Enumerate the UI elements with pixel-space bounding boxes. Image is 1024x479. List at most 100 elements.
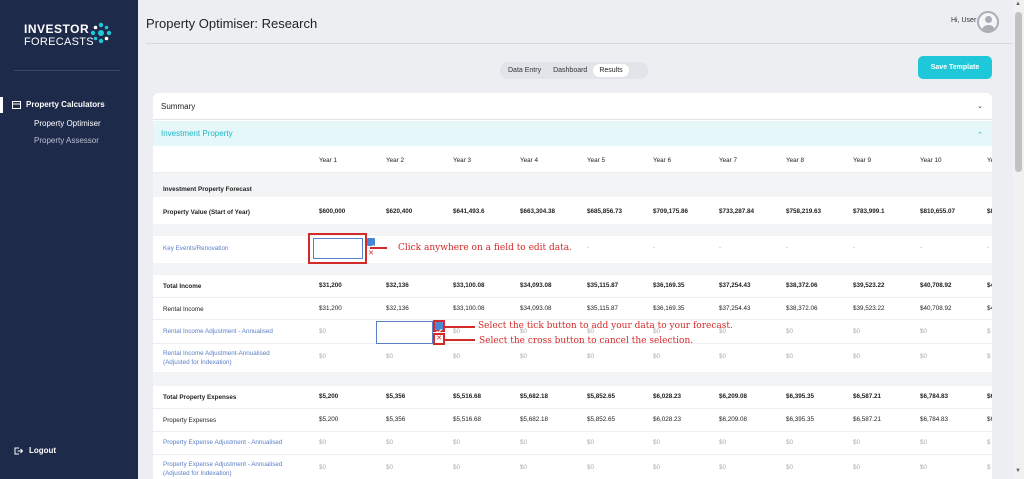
expense-adj-idx-cell: $0 (587, 464, 595, 471)
rental-adj-idx-cell: $0 (653, 353, 661, 360)
total-expenses-cell: $5,356 (386, 393, 406, 400)
rental-adj-idx-cell: $0 (853, 353, 861, 360)
expense-adj-cell[interactable]: $0 (386, 439, 393, 446)
expense-adj-cell[interactable]: $0 (719, 439, 726, 446)
key-events-cell[interactable]: - (987, 244, 989, 251)
property-value-cell: $709,175.86 (653, 208, 689, 215)
key-events-cell[interactable]: - (653, 244, 655, 251)
key-events-label: Key Events/Renovation (163, 245, 229, 252)
rental-income-cell: $40,708.92 (920, 305, 952, 312)
rental-adjustment-tick-button[interactable] (435, 322, 443, 334)
save-template-button[interactable]: Save Template (918, 56, 992, 79)
expense-adj-cell[interactable]: $0 (587, 439, 594, 446)
rental-adj-cell[interactable]: $0 (453, 328, 460, 335)
annotation-arrow (445, 339, 475, 341)
investment-property-label: Investment Property (161, 129, 233, 138)
rental-adj-cell[interactable]: $0 (853, 328, 860, 335)
scroll-down-icon[interactable]: ▼ (1015, 468, 1021, 474)
property-expenses-label: Property Expenses (163, 417, 217, 424)
rental-income-cell: $37,254.43 (719, 305, 751, 312)
total-expenses-cell: $5,852.65 (587, 393, 616, 400)
scroll-up-icon[interactable]: ▲ (1015, 1, 1021, 7)
property-value-label: Property Value (Start of Year) (163, 209, 251, 216)
key-events-cell[interactable]: - (719, 244, 721, 251)
page-title: Property Optimiser: Research (146, 16, 318, 31)
sidebar-section-label: Property Calculators (26, 100, 105, 109)
expense-adj-cell[interactable]: $0 (853, 439, 860, 446)
expense-adjustment-indexed-line2: (Adjusted for Indexation) (163, 470, 232, 477)
expense-adj-cell[interactable]: $0 (653, 439, 660, 446)
spacer-band (153, 372, 992, 386)
year-header-cell: Year 8 (786, 157, 804, 164)
logo: INVESTOR FORECASTS (24, 22, 114, 52)
expense-adj-cell[interactable]: $0 (920, 439, 927, 446)
annotation-tick-text: Select the tick button to add your data … (478, 321, 733, 331)
total-expenses-cell: $6,395.35 (786, 393, 815, 400)
property-value-cell: $783,999.1 (853, 208, 885, 215)
key-events-cell[interactable]: - (920, 244, 922, 251)
expense-adj-idx-cell: $0 (453, 464, 461, 471)
expense-adj-cell[interactable]: $ (987, 439, 991, 446)
scrollbar-thumb[interactable] (1015, 12, 1022, 172)
year-header-cell: Year 6 (653, 157, 671, 164)
rental-income-cell: $39,523.22 (853, 305, 885, 312)
total-expenses-cell: $6,028.23 (653, 393, 682, 400)
chevron-up-icon: ⌃ (977, 132, 983, 139)
expense-adj-idx-cell: $0 (920, 464, 928, 471)
property-value-cell: $758,219.63 (786, 208, 822, 215)
property-value-cell: $733,287.84 (719, 208, 755, 215)
expense-adj-cell[interactable]: $0 (453, 439, 460, 446)
expense-adj-cell[interactable]: $0 (520, 439, 527, 446)
tab-data-entry[interactable]: Data Entry (502, 64, 547, 77)
summary-label: Summary (161, 102, 196, 111)
investment-property-accordion[interactable]: Investment Property ⌃ (153, 121, 992, 146)
rental-adj-cell[interactable]: $0 (920, 328, 927, 335)
key-events-cross-button[interactable]: ✕ (367, 250, 375, 258)
rental-adjustment-cross-button[interactable]: ✕ (435, 335, 443, 343)
property-value-cell: $600,000 (319, 208, 346, 215)
expense-adj-cell[interactable]: $0 (319, 439, 326, 446)
total-expenses-cell: $5,682.18 (520, 393, 549, 400)
rental-adjustment-indexed-line2: (Adjusted for Indexation) (163, 359, 232, 366)
rental-adj-cell[interactable]: $0 (319, 328, 326, 335)
annotation-cross-text: Select the cross button to cancel the se… (479, 336, 694, 346)
annotation-edit-text: Click anywhere on a field to edit data. (398, 243, 573, 253)
rental-adj-idx-cell: $0 (520, 353, 528, 360)
rental-income-cell: $4 (987, 305, 992, 312)
expense-adj-cell[interactable]: $0 (786, 439, 793, 446)
total-expenses-cell: $5,200 (319, 393, 339, 400)
logout-button[interactable]: Logout (14, 446, 56, 455)
sidebar-divider (14, 70, 120, 71)
key-events-cell[interactable]: - (587, 244, 589, 251)
tab-results[interactable]: Results (593, 64, 629, 77)
rental-adjustment-input[interactable] (376, 321, 433, 344)
property-expenses-cell: $5,682.18 (520, 416, 549, 423)
total-expenses-cell: $6,587.21 (853, 393, 882, 400)
total-expenses-cell: $6 (987, 393, 992, 400)
expense-adj-idx-cell: $0 (786, 464, 794, 471)
summary-accordion[interactable]: Summary ⌄ (153, 93, 992, 120)
rental-income-cell: $31,200 (319, 305, 342, 312)
total-expenses-cell: $5,516.68 (453, 393, 482, 400)
sidebar-item-property-assessor[interactable]: Property Assessor (34, 136, 99, 145)
property-value-cell: $810,655.07 (920, 208, 956, 215)
total-expenses-label: Total Property Expenses (163, 394, 237, 401)
sidebar-item-property-optimiser[interactable]: Property Optimiser (34, 119, 101, 128)
spacer-band (153, 263, 992, 275)
key-events-tick-button[interactable] (367, 238, 375, 250)
key-events-cell[interactable]: - (853, 244, 855, 251)
active-indicator (0, 97, 3, 113)
view-tabs: Data Entry Dashboard Results (500, 62, 648, 79)
rental-adj-cell[interactable]: $ (987, 328, 991, 335)
property-value-cell: $663,304.38 (520, 208, 556, 215)
key-events-cell[interactable]: - (786, 244, 788, 251)
rental-adj-idx-cell: $0 (587, 353, 595, 360)
key-events-input[interactable] (313, 238, 363, 259)
rental-income-cell: $33,100.08 (453, 305, 485, 312)
tab-dashboard[interactable]: Dashboard (547, 64, 593, 77)
total-income-label: Total Income (163, 283, 202, 290)
rental-adj-cell[interactable]: $0 (786, 328, 793, 335)
sidebar-section-property-calculators[interactable]: Property Calculators (12, 100, 105, 109)
avatar[interactable] (977, 11, 999, 33)
avatar-head (985, 16, 992, 23)
